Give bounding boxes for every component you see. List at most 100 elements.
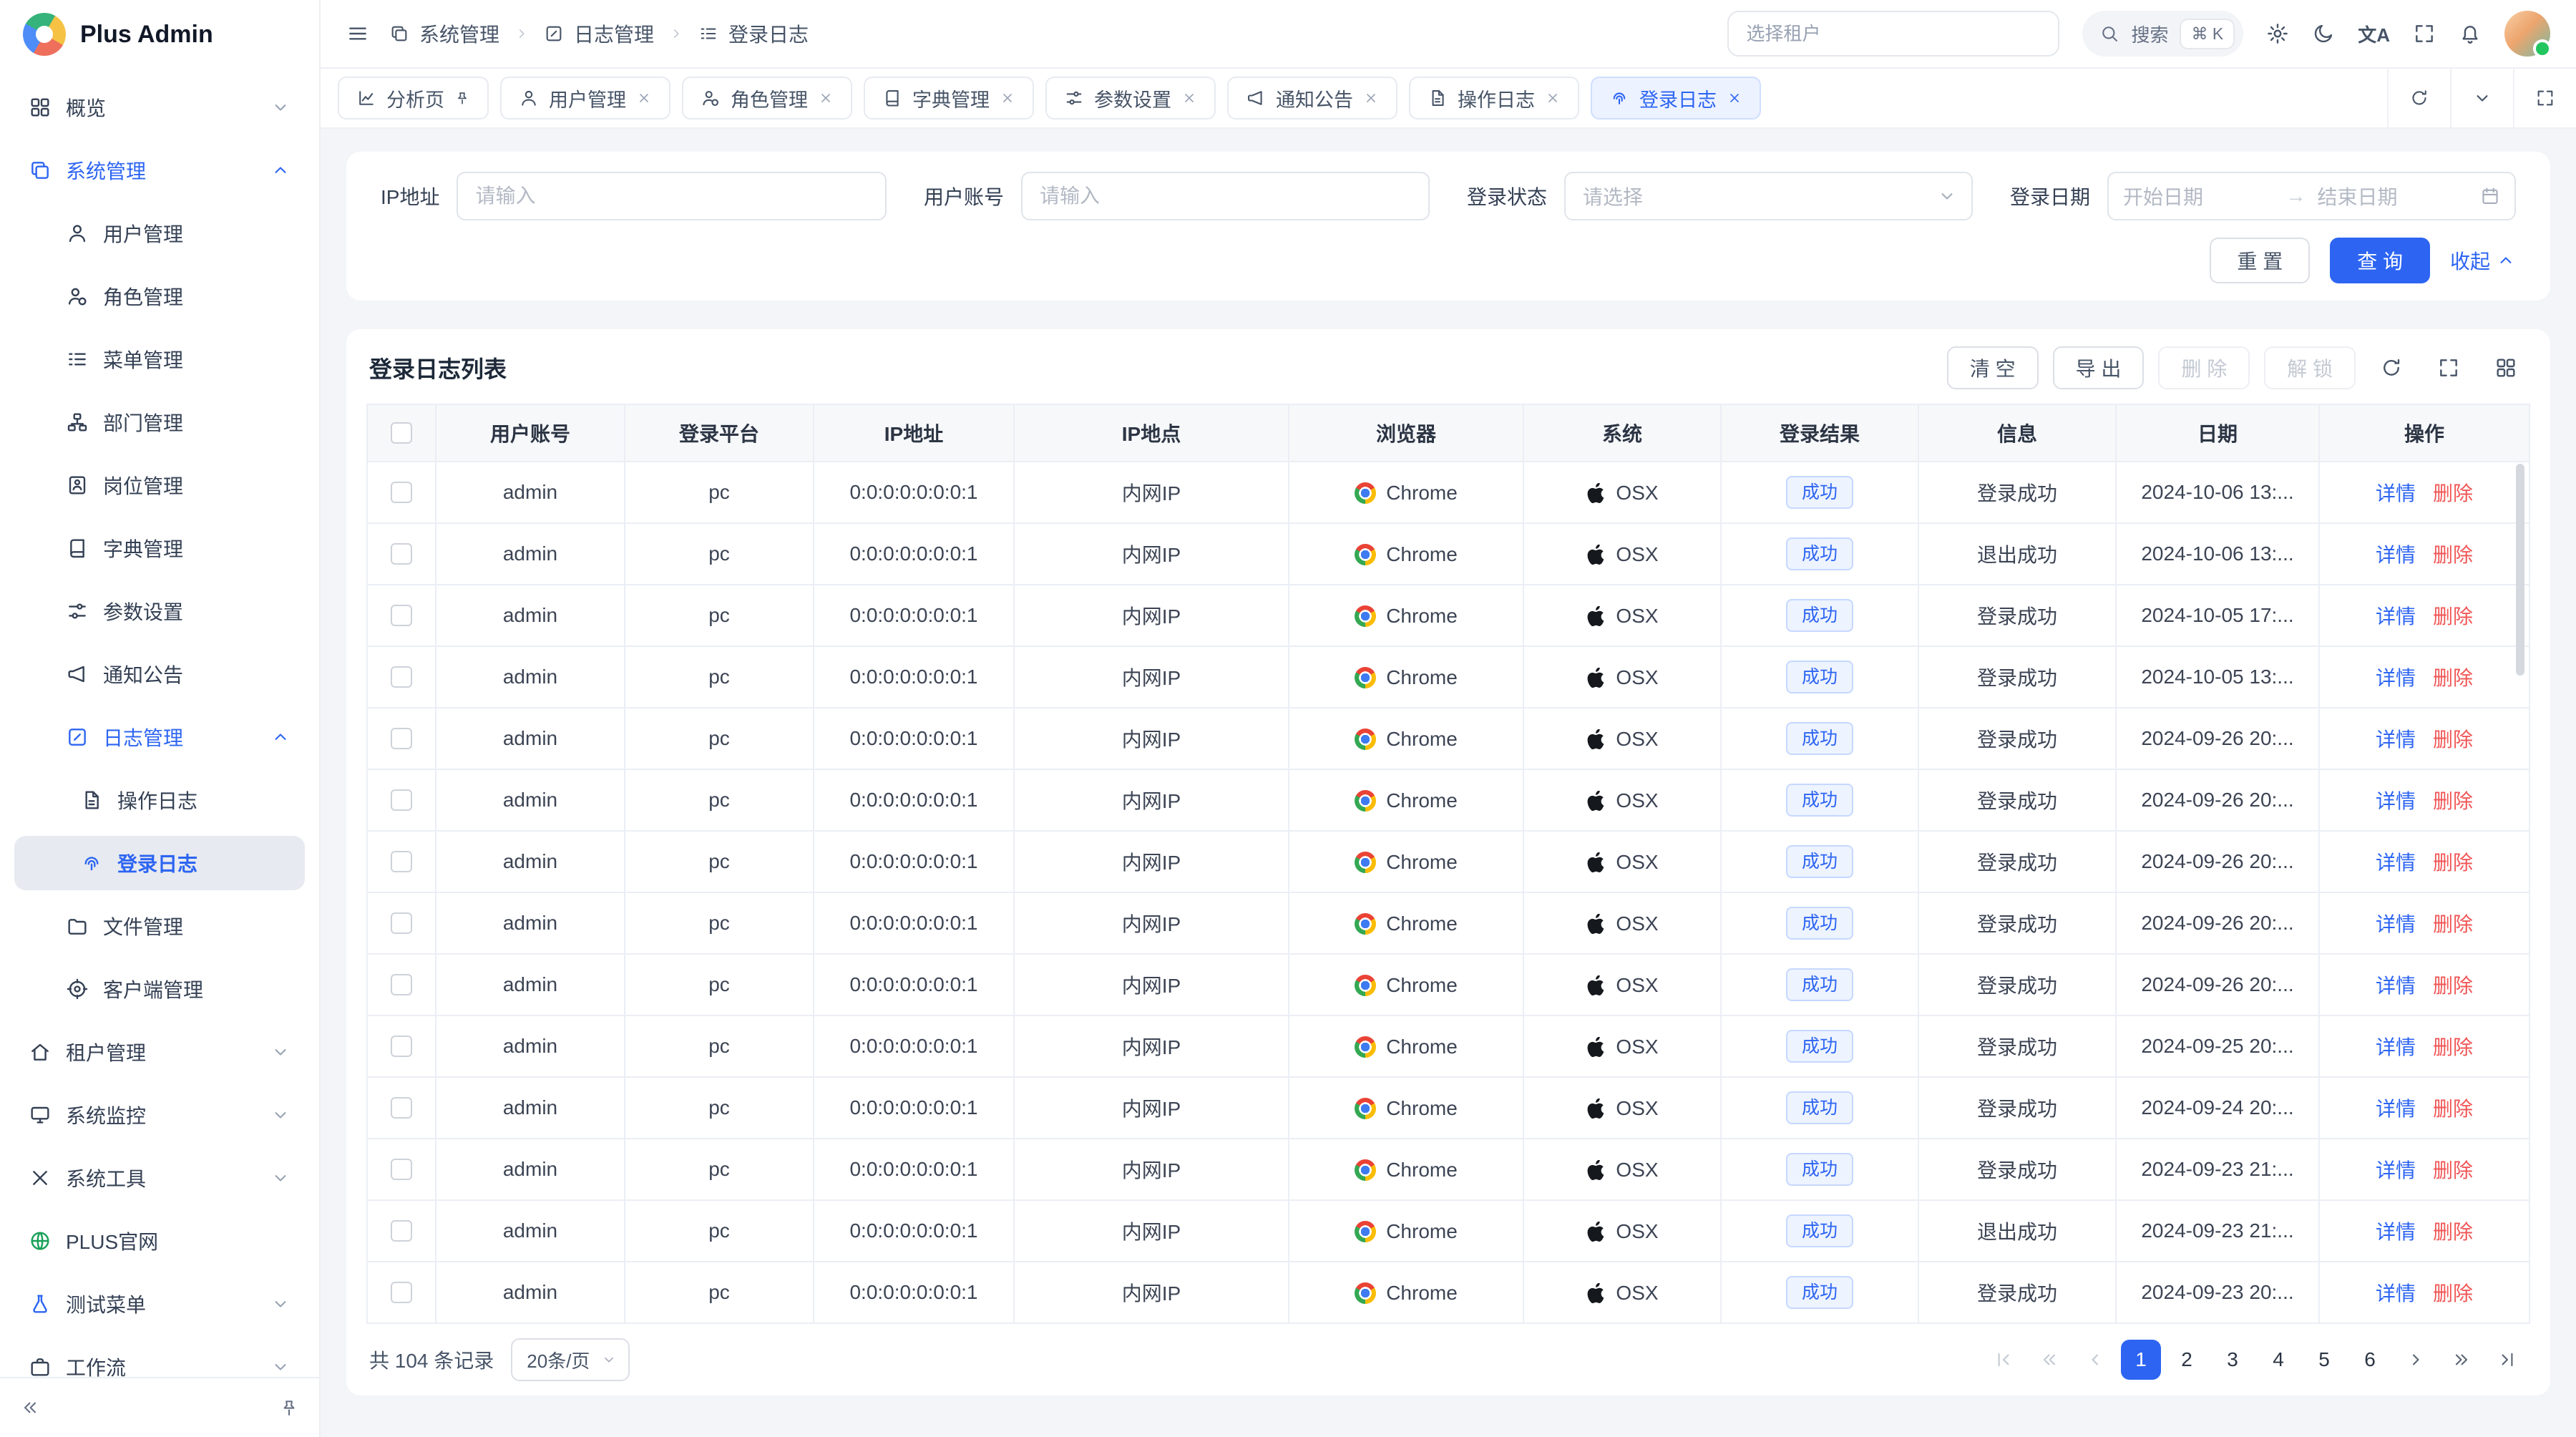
- collapse-filter-link[interactable]: 收起: [2450, 246, 2516, 275]
- fast-prev-button[interactable]: [2029, 1340, 2069, 1380]
- row-checkbox[interactable]: [391, 605, 412, 626]
- column-header[interactable]: 用户账号: [436, 404, 625, 462]
- row-checkbox[interactable]: [391, 1097, 412, 1119]
- sidebar-item[interactable]: 操作日志: [14, 773, 305, 827]
- delete-link[interactable]: 删除: [2433, 1155, 2473, 1184]
- sidebar-item[interactable]: 系统工具: [14, 1151, 305, 1205]
- sidebar-item[interactable]: 租户管理: [14, 1025, 305, 1079]
- close-icon[interactable]: [1545, 90, 1561, 106]
- close-icon[interactable]: [1000, 90, 1015, 106]
- column-header[interactable]: 信息: [1918, 404, 2116, 462]
- breadcrumb-item[interactable]: 系统管理: [389, 19, 499, 48]
- column-header[interactable]: 日期: [2116, 404, 2319, 462]
- sidebar-item[interactable]: PLUS官网: [14, 1214, 305, 1268]
- row-checkbox[interactable]: [391, 1036, 412, 1057]
- column-header[interactable]: 操作: [2319, 404, 2529, 462]
- global-search-button[interactable]: 搜索 ⌘ K: [2082, 11, 2243, 57]
- row-checkbox[interactable]: [391, 543, 412, 565]
- export-button[interactable]: 导 出: [2053, 346, 2145, 389]
- next-page-button[interactable]: [2396, 1340, 2436, 1380]
- notifications-button[interactable]: [2459, 22, 2482, 45]
- sidebar-item[interactable]: 通知公告: [14, 647, 305, 701]
- sidebar-item[interactable]: 系统监控: [14, 1088, 305, 1142]
- row-checkbox[interactable]: [391, 851, 412, 872]
- column-settings-button[interactable]: [2484, 346, 2527, 389]
- close-icon[interactable]: [636, 90, 652, 106]
- pin-sidebar-icon[interactable]: [279, 1398, 299, 1418]
- hamburger-menu-button[interactable]: [346, 22, 369, 45]
- delete-link[interactable]: 删除: [2433, 909, 2473, 937]
- page-number-button[interactable]: 3: [2212, 1340, 2253, 1380]
- page-number-button[interactable]: 4: [2258, 1340, 2298, 1380]
- fullscreen-table-button[interactable]: [2427, 346, 2470, 389]
- last-page-button[interactable]: [2487, 1340, 2527, 1380]
- sidebar-item[interactable]: 测试菜单: [14, 1277, 305, 1331]
- maximize-content-button[interactable]: [2513, 69, 2576, 127]
- detail-link[interactable]: 详情: [2376, 1155, 2416, 1184]
- detail-link[interactable]: 详情: [2376, 724, 2416, 753]
- sidebar-item[interactable]: 登录日志: [14, 836, 305, 890]
- tab[interactable]: 登录日志: [1591, 77, 1761, 120]
- delete-link[interactable]: 删除: [2433, 1278, 2473, 1307]
- sidebar-item[interactable]: 部门管理: [14, 395, 305, 449]
- page-number-button[interactable]: 2: [2167, 1340, 2207, 1380]
- column-header[interactable]: IP地址: [814, 404, 1014, 462]
- row-checkbox[interactable]: [391, 1159, 412, 1180]
- detail-link[interactable]: 详情: [2376, 909, 2416, 937]
- query-button[interactable]: 查 询: [2330, 238, 2430, 283]
- breadcrumb-item[interactable]: 登录日志: [698, 19, 809, 48]
- row-checkbox[interactable]: [391, 974, 412, 995]
- detail-link[interactable]: 详情: [2376, 1217, 2416, 1245]
- sidebar-item[interactable]: 工作流: [14, 1340, 305, 1377]
- row-checkbox[interactable]: [391, 482, 412, 503]
- detail-link[interactable]: 详情: [2376, 601, 2416, 630]
- sidebar-item[interactable]: 日志管理: [14, 710, 305, 764]
- row-checkbox[interactable]: [391, 666, 412, 688]
- refresh-tab-button[interactable]: [2387, 69, 2450, 127]
- page-number-button[interactable]: 1: [2121, 1340, 2161, 1380]
- dark-mode-toggle[interactable]: [2312, 22, 2335, 45]
- clear-button[interactable]: 清 空: [1947, 346, 2039, 389]
- tab[interactable]: 用户管理: [500, 77, 670, 120]
- detail-link[interactable]: 详情: [2376, 786, 2416, 814]
- column-header[interactable]: 登录结果: [1721, 404, 1918, 462]
- delete-link[interactable]: 删除: [2433, 540, 2473, 568]
- delete-link[interactable]: 删除: [2433, 1032, 2473, 1061]
- tab[interactable]: 角色管理: [682, 77, 852, 120]
- sidebar-item[interactable]: 菜单管理: [14, 332, 305, 386]
- delete-button[interactable]: 删 除: [2158, 346, 2250, 389]
- page-number-button[interactable]: 5: [2304, 1340, 2344, 1380]
- detail-link[interactable]: 详情: [2376, 847, 2416, 876]
- delete-link[interactable]: 删除: [2433, 786, 2473, 814]
- tab[interactable]: 分析页: [338, 77, 489, 120]
- logo[interactable]: Plus Admin: [0, 0, 319, 69]
- tab[interactable]: 字典管理: [864, 77, 1034, 120]
- table-scrollbar[interactable]: [2514, 464, 2526, 1320]
- column-header[interactable]: 浏览器: [1289, 404, 1523, 462]
- detail-link[interactable]: 详情: [2376, 970, 2416, 999]
- page-size-select[interactable]: 20条/页: [511, 1338, 630, 1381]
- tab[interactable]: 操作日志: [1409, 77, 1579, 120]
- scrollbar-thumb[interactable]: [2516, 464, 2524, 676]
- refresh-table-button[interactable]: [2370, 346, 2413, 389]
- close-icon[interactable]: [818, 90, 834, 106]
- row-checkbox[interactable]: [391, 912, 412, 934]
- delete-link[interactable]: 删除: [2433, 724, 2473, 753]
- detail-link[interactable]: 详情: [2376, 1093, 2416, 1122]
- tenant-select-input[interactable]: [1727, 11, 2059, 57]
- row-checkbox[interactable]: [391, 789, 412, 811]
- detail-link[interactable]: 详情: [2376, 540, 2416, 568]
- delete-link[interactable]: 删除: [2433, 601, 2473, 630]
- close-icon[interactable]: [1727, 90, 1742, 106]
- sidebar-item[interactable]: 用户管理: [14, 206, 305, 260]
- sidebar-item[interactable]: 系统管理: [14, 143, 305, 198]
- tab-menu-button[interactable]: [2450, 69, 2513, 127]
- sidebar-item[interactable]: 文件管理: [14, 899, 305, 953]
- detail-link[interactable]: 详情: [2376, 1032, 2416, 1061]
- close-icon[interactable]: [1181, 90, 1197, 106]
- delete-link[interactable]: 删除: [2433, 970, 2473, 999]
- sidebar-item[interactable]: 岗位管理: [14, 458, 305, 512]
- sidebar-item[interactable]: 客户端管理: [14, 962, 305, 1016]
- breadcrumb-item[interactable]: 日志管理: [544, 19, 654, 48]
- status-select[interactable]: 请选择: [1564, 172, 1973, 220]
